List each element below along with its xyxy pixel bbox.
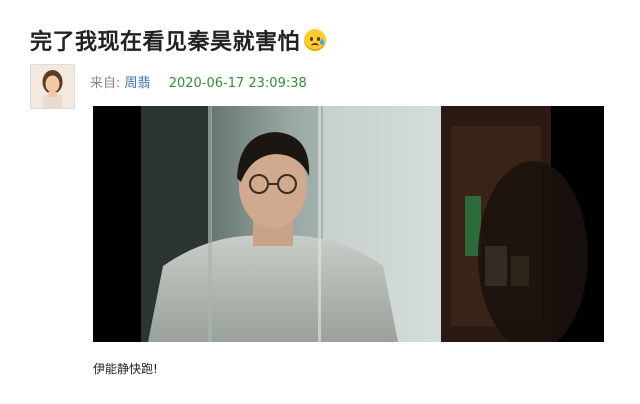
post-title-text: 完了我现在看见秦昊就害怕 bbox=[30, 30, 301, 55]
author-link[interactable]: 周翡 bbox=[125, 76, 151, 91]
post-meta: 来自: 周翡 2020-06-17 23:09:38 bbox=[90, 72, 307, 91]
avatar[interactable] bbox=[30, 64, 75, 109]
sad-tear-emoji-icon bbox=[304, 29, 327, 51]
embedded-video-frame[interactable] bbox=[93, 106, 604, 342]
video-still-image bbox=[93, 106, 604, 342]
source-label: 来自: bbox=[90, 76, 121, 91]
post-caption: 伊能静快跑! bbox=[93, 362, 158, 376]
post-timestamp: 2020-06-17 23:09:38 bbox=[168, 76, 307, 91]
post-title: 完了我现在看见秦昊就害怕 bbox=[30, 24, 327, 56]
